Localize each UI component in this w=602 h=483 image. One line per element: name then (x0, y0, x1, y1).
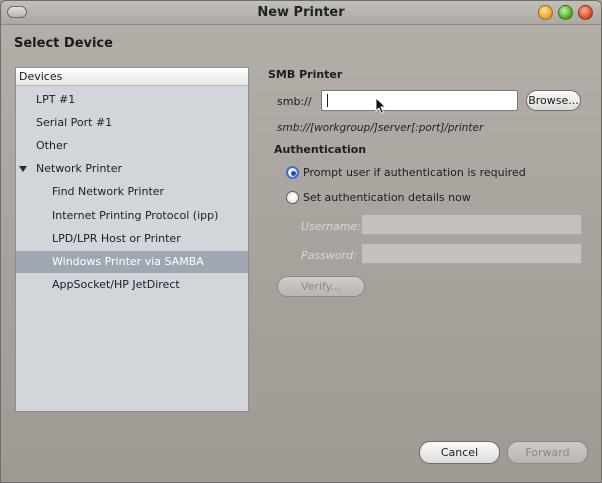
smb-format-hint: smb://[workgroup/]server[:port]/printer (277, 122, 484, 134)
radio-set-details-label: Set authentication details now (303, 191, 471, 204)
username-label: Username: (301, 220, 361, 233)
device-list[interactable]: Devices LPT #1 Serial Port #1 Other Netw… (15, 67, 249, 412)
verify-button[interactable]: Verify... (277, 276, 365, 297)
device-item-lpt1[interactable]: LPT #1 (16, 89, 248, 111)
device-list-header[interactable]: Devices (16, 68, 248, 86)
expander-triangle-icon[interactable] (19, 166, 27, 172)
smb-printer-heading: SMB Printer (268, 68, 343, 81)
device-item-label: Find Network Printer (52, 185, 165, 198)
cancel-button[interactable]: Cancel (419, 441, 500, 464)
device-item-label: Other (36, 139, 68, 152)
device-item-find-network-printer[interactable]: Find Network Printer (16, 181, 248, 203)
device-item-samba[interactable]: Windows Printer via SAMBA (16, 251, 248, 273)
device-item-appsocket[interactable]: AppSocket/HP JetDirect (16, 274, 248, 296)
username-field[interactable] (361, 214, 582, 235)
authentication-heading: Authentication (274, 143, 367, 156)
close-button[interactable] (578, 5, 593, 20)
device-item-label: LPD/LPR Host or Printer (52, 232, 181, 245)
device-item-network-printer[interactable]: Network Printer (16, 158, 248, 180)
device-item-label: Internet Printing Protocol (ipp) (52, 209, 219, 222)
device-item-label: Network Printer (36, 162, 123, 175)
device-item-serial-port1[interactable]: Serial Port #1 (16, 112, 248, 134)
device-item-label: AppSocket/HP JetDirect (52, 278, 180, 291)
password-label: Password: (301, 249, 357, 262)
maximize-button[interactable] (558, 5, 573, 20)
device-item-ipp[interactable]: Internet Printing Protocol (ipp) (16, 205, 248, 227)
password-field[interactable] (361, 243, 582, 264)
title-bar[interactable]: New Printer (1, 1, 601, 25)
device-item-label: Windows Printer via SAMBA (52, 255, 204, 268)
mouse-pointer-icon (375, 97, 387, 115)
device-item-label: LPT #1 (36, 93, 76, 106)
radio-button-checked[interactable] (286, 166, 299, 179)
page-title: Select Device (14, 36, 113, 51)
new-printer-window: New Printer Select Device Devices LPT #1… (0, 0, 602, 483)
browse-button[interactable]: Browse... (526, 90, 581, 111)
device-item-label: Serial Port #1 (36, 116, 113, 129)
device-item-lpd-lpr[interactable]: LPD/LPR Host or Printer (16, 228, 248, 250)
text-caret (327, 94, 328, 107)
radio-button-unchecked[interactable] (286, 191, 299, 204)
radio-prompt-user-label: Prompt user if authentication is require… (303, 166, 526, 179)
minimize-button[interactable] (538, 5, 553, 20)
window-title: New Printer (257, 5, 345, 20)
device-item-other[interactable]: Other (16, 135, 248, 157)
forward-button[interactable]: Forward (507, 441, 588, 464)
smb-uri-input[interactable] (321, 90, 518, 111)
smb-prefix-label: smb:// (277, 95, 312, 108)
